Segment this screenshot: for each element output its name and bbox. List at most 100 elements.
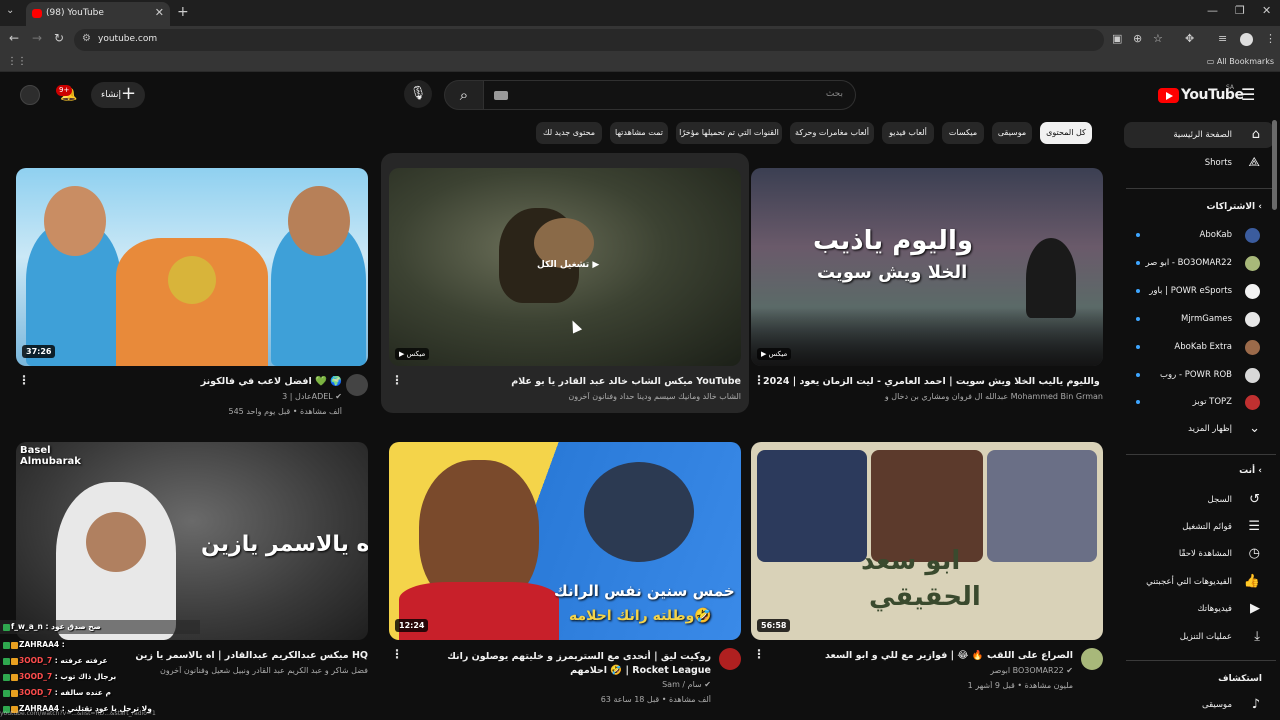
voice-search-button[interactable]: 🎙 bbox=[404, 80, 432, 108]
extensions-icon[interactable]: ✥ bbox=[1185, 32, 1194, 45]
video-card[interactable]: خمس سنين نفس الرانك ! وطلته رانك احلامه🤣… bbox=[389, 442, 741, 712]
sidebar-item-history[interactable]: السجل ↺ bbox=[1124, 487, 1274, 513]
sidebar-item-shorts[interactable]: Shorts ⟁ bbox=[1124, 150, 1274, 176]
chip-all[interactable]: كل المحتوى bbox=[1040, 122, 1092, 144]
sidebar-item-playlists[interactable]: قوائم التشغيل ☰ bbox=[1124, 514, 1274, 540]
video-card[interactable]: تشغيل الكل ▶ ▶ ميكس ميكس الشاب خالد عبد … bbox=[389, 168, 741, 408]
video-card[interactable]: واليوم ياذيب الخلا ويش سويت ▶ ميكس ميكس … bbox=[751, 168, 1103, 438]
forward-icon[interactable]: → bbox=[32, 31, 42, 45]
sidebar-item-music[interactable]: موسيقى ♪ bbox=[1124, 692, 1274, 718]
chip-watched[interactable]: تمت مشاهدتها bbox=[610, 122, 668, 144]
divider bbox=[1126, 660, 1276, 661]
new-tab-icon[interactable]: + bbox=[177, 4, 189, 20]
new-content-dot bbox=[1136, 233, 1140, 237]
video-thumbnail[interactable]: واليوم ياذيب الخلا ويش سويت ▶ ميكس bbox=[751, 168, 1103, 366]
filter-chips: كل المحتوى موسيقى ميكسات ألعاب فيديو ألع… bbox=[0, 122, 1100, 146]
sidebar-item-subscription[interactable]: MjrmGames bbox=[1124, 306, 1274, 332]
chip-new-to-you[interactable]: محتوى جديد لك bbox=[536, 122, 602, 144]
create-label: إنشاء bbox=[101, 90, 122, 100]
reload-icon[interactable]: ↻ bbox=[54, 31, 64, 45]
video-thumbnail[interactable]: 37:26 bbox=[16, 168, 368, 366]
video-channel[interactable]: الشاب خالد ومانيك سيسم ودينا حداد وفنانو… bbox=[401, 392, 741, 401]
video-thumbnail[interactable]: خمس سنين نفس الرانك ! وطلته رانك احلامه🤣… bbox=[389, 442, 741, 640]
media-icon[interactable]: ≡ bbox=[1218, 32, 1227, 45]
channel-avatar[interactable] bbox=[1081, 648, 1103, 670]
face-right bbox=[288, 186, 350, 256]
more-actions-icon[interactable]: ⋮ bbox=[753, 373, 765, 387]
sidebar-item-home[interactable]: الصفحة الرئيسية ⌂ bbox=[1124, 122, 1274, 148]
chat-badge bbox=[3, 673, 10, 681]
close-window-icon[interactable]: ✕ bbox=[1262, 4, 1271, 17]
search-button[interactable]: ⌕ bbox=[444, 80, 484, 110]
chat-user: 3OOD_7 bbox=[19, 672, 53, 681]
video-title[interactable]: ميكس والليوم ياليب الخلا ويش سويت | احمد… bbox=[763, 376, 1103, 387]
sidebar-item-subscription[interactable]: باور | POWR eSports bbox=[1124, 278, 1274, 304]
keyboard-icon[interactable] bbox=[494, 91, 508, 100]
menu-dots-icon[interactable]: ⋮ bbox=[1265, 32, 1276, 45]
chip-mixes[interactable]: ميكسات bbox=[942, 122, 984, 144]
create-button[interactable]: إنشاء + bbox=[91, 82, 145, 108]
account-avatar[interactable] bbox=[20, 85, 40, 105]
sidebar-item-subscription[interactable]: توبز TOPZ bbox=[1124, 389, 1274, 415]
chat-message: 3OOD_7 : برجال ذاك توب bbox=[3, 672, 116, 684]
maximize-icon[interactable]: ❐ bbox=[1235, 4, 1245, 17]
more-actions-icon[interactable]: ⋮ bbox=[391, 373, 403, 387]
chip-music[interactable]: موسيقى bbox=[992, 122, 1032, 144]
back-icon[interactable]: ← bbox=[9, 31, 19, 45]
sidebar-item-watch-later[interactable]: المشاهدة لاحقًا ◷ bbox=[1124, 541, 1274, 567]
profile-avatar[interactable] bbox=[1240, 33, 1253, 46]
sidebar-item-subscription[interactable]: ابو صر - BO3OMAR22 bbox=[1124, 250, 1274, 276]
badge-label: ميكس bbox=[768, 350, 788, 358]
all-bookmarks[interactable]: ▭ All Bookmarks bbox=[1207, 57, 1274, 66]
channel-avatar[interactable] bbox=[346, 374, 368, 396]
video-title[interactable]: الصراع على اللقب 🔥 😂 | فوازير مع للي و ا… bbox=[773, 650, 1073, 661]
sidebar-item-subscription[interactable]: AboKab bbox=[1124, 222, 1274, 248]
close-tab-icon[interactable]: ✕ bbox=[155, 6, 164, 19]
sidebar-item-downloads[interactable]: عمليات التنزيل ⤓ bbox=[1124, 624, 1274, 650]
video-card[interactable]: ابو سعد الحقيقي 56:58 الصراع على اللقب 🔥… bbox=[751, 442, 1103, 702]
you-heading[interactable]: أنت ‹ bbox=[1239, 466, 1262, 476]
youtube-play-icon bbox=[1158, 88, 1179, 103]
apps-icon[interactable]: ⋮⋮ bbox=[7, 56, 27, 67]
tab-search-icon[interactable]: ⌄ bbox=[6, 5, 14, 16]
chip-action-adventure[interactable]: ألعاب مغامرات وحركة bbox=[790, 122, 874, 144]
sidebar-item-your-videos[interactable]: فيديوهاتك ▶ bbox=[1124, 596, 1274, 622]
scrollbar[interactable] bbox=[1272, 120, 1277, 210]
site-info-icon[interactable]: ⚙ bbox=[82, 33, 91, 44]
url-field[interactable]: ⚙ youtube.com bbox=[74, 29, 1104, 51]
video-meta: 1 مليون مشاهدة • قبل 9 أشهر bbox=[967, 681, 1073, 690]
sidebar-item-subscription[interactable]: روب - POWR ROB bbox=[1124, 362, 1274, 388]
chip-recently-uploaded[interactable]: القنوات التي تم تحميلها مؤخرًا bbox=[676, 122, 782, 144]
subscriptions-heading[interactable]: الاشتراكات ‹ bbox=[1206, 202, 1262, 212]
video-channel[interactable]: ابوصر BO3OMAR22 ✔ bbox=[773, 666, 1073, 675]
stream-chat-overlay: f_w_a_n : صح صدق عود ZAHRAA4 : 3OOD_7 : … bbox=[0, 620, 310, 720]
video-channel[interactable]: Sam / سام ✔ bbox=[411, 680, 711, 689]
channel-avatar[interactable] bbox=[719, 648, 741, 670]
video-title[interactable]: روكيت ليق | أتحدى مع الستريمرز و خليتهم … bbox=[411, 650, 711, 678]
video-thumbnail[interactable]: آه يالاسمر يازين Basel Almubarak bbox=[16, 442, 368, 640]
youtube-logo[interactable]: YouTube bbox=[1158, 87, 1244, 104]
cast-icon[interactable]: ▣ bbox=[1112, 32, 1122, 45]
sidebar-item-subscription[interactable]: AboKab Extra bbox=[1124, 334, 1274, 360]
video-thumbnail[interactable]: ابو سعد الحقيقي 56:58 bbox=[751, 442, 1103, 640]
video-card[interactable]: 37:26 افضل لاعب في فالكونز 💚 🌍 عادل | 3A… bbox=[16, 168, 368, 428]
video-channel[interactable]: عادل | 3ADEL ✔ bbox=[42, 392, 342, 401]
chip-video-games[interactable]: ألعاب فيديو bbox=[882, 122, 934, 144]
chat-user: ZAHRAA4 bbox=[19, 640, 60, 649]
video-title[interactable]: ميكس الشاب خالد عبد القادر يا بو علام Yo… bbox=[401, 376, 741, 387]
video-channel[interactable]: عبدالله ال فروان ومشاري بن دخال و Mohamm… bbox=[763, 392, 1103, 401]
more-actions-icon[interactable]: ⋮ bbox=[18, 373, 30, 387]
browser-tab[interactable]: (98) YouTube ✕ bbox=[26, 2, 170, 26]
zoom-icon[interactable]: ⊕ bbox=[1133, 32, 1142, 45]
sidebar-item-liked[interactable]: الفيديوهات التي أعجبتني 👍 bbox=[1124, 569, 1274, 595]
video-title[interactable]: افضل لاعب في فالكونز 💚 🌍 bbox=[42, 376, 342, 387]
play-all-overlay[interactable]: تشغيل الكل ▶ bbox=[537, 260, 599, 270]
more-actions-icon[interactable]: ⋮ bbox=[391, 647, 403, 661]
bookmark-star-icon[interactable]: ☆ bbox=[1153, 32, 1163, 45]
logo-text: YouTube bbox=[1181, 87, 1244, 103]
show-more-button[interactable]: إظهار المزيد ⌄ bbox=[1124, 416, 1274, 442]
minimize-icon[interactable]: — bbox=[1207, 4, 1218, 17]
video-thumbnail[interactable]: تشغيل الكل ▶ ▶ ميكس bbox=[389, 168, 741, 366]
more-actions-icon[interactable]: ⋮ bbox=[753, 647, 765, 661]
search-input[interactable]: بحث bbox=[484, 80, 856, 110]
